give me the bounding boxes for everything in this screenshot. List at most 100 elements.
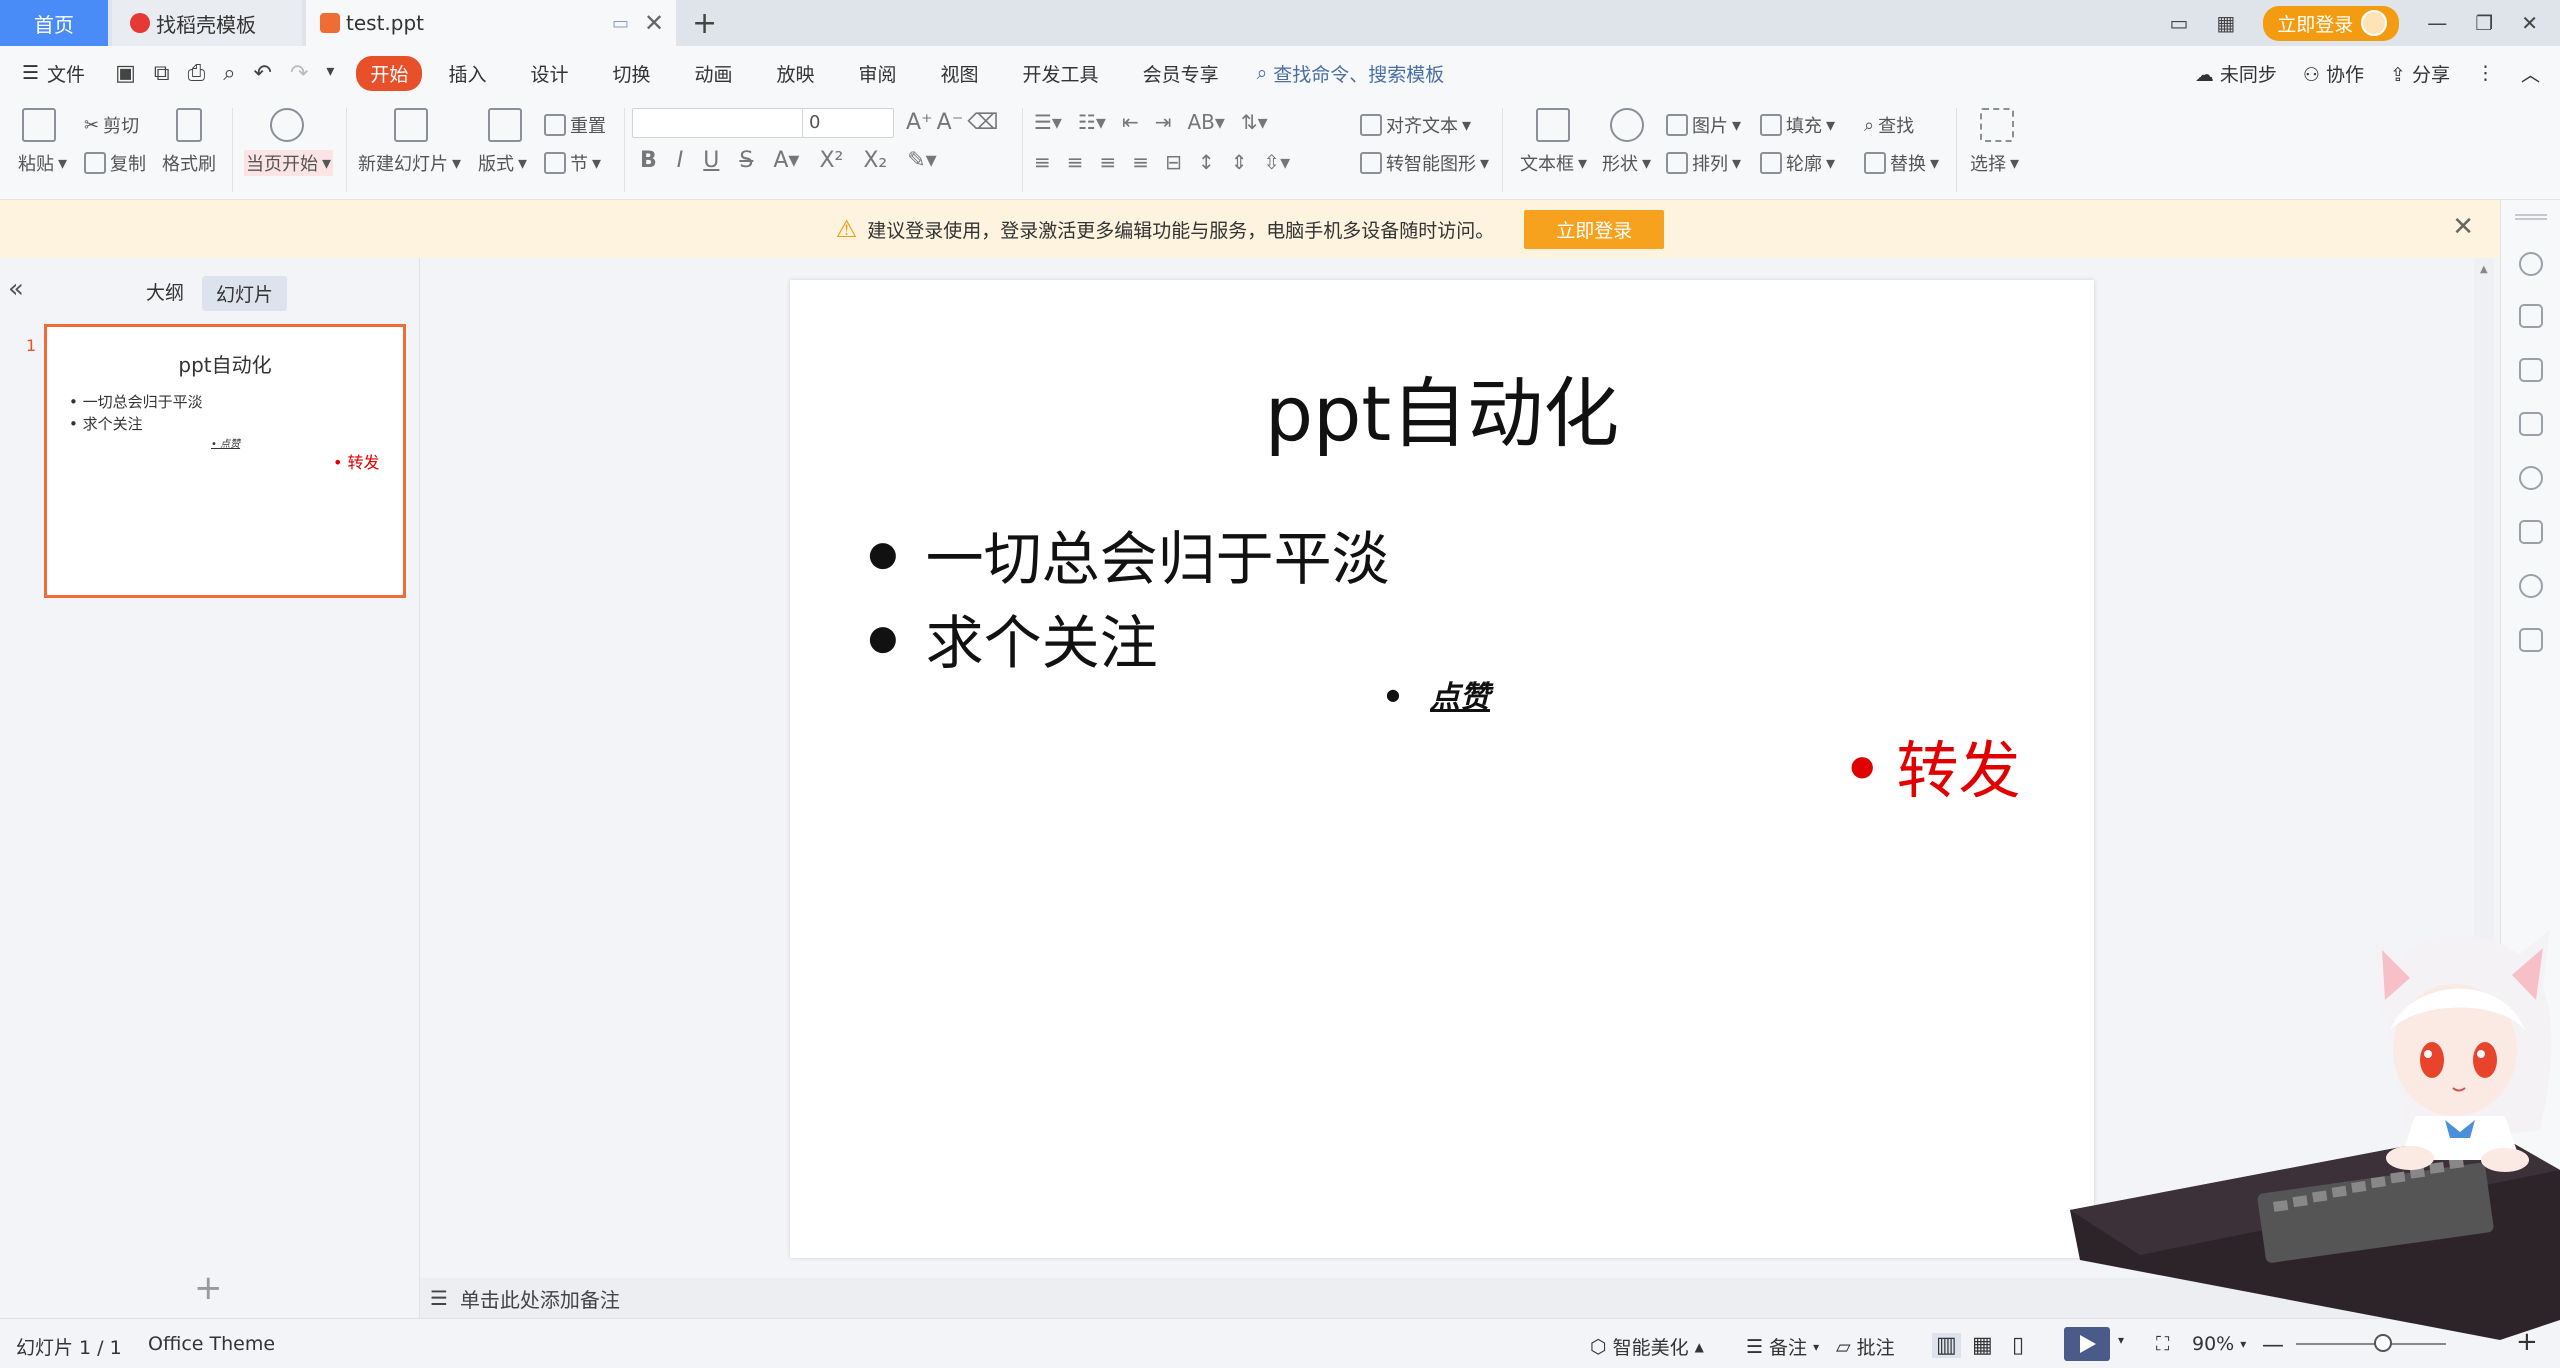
paste-button[interactable]: 粘贴 ▾ xyxy=(18,150,67,176)
apps-grid-icon[interactable]: ▦ xyxy=(2216,11,2235,35)
print-icon[interactable]: ⎙ xyxy=(188,61,206,86)
help-icon[interactable] xyxy=(2519,466,2543,490)
new-slide-button[interactable]: 新建幻灯片 ▾ xyxy=(358,150,461,176)
tab-outline[interactable]: 大纲 xyxy=(146,278,184,305)
paste-icon[interactable] xyxy=(22,108,56,142)
para-spacing-icon[interactable]: ⇕ xyxy=(1231,150,1248,174)
notice-close-icon[interactable]: ✕ xyxy=(2452,212,2474,242)
copy-button[interactable]: 复制 xyxy=(84,150,146,176)
distribute-icon[interactable]: ⊟ xyxy=(1165,150,1182,174)
fill-button[interactable]: 填充 ▾ xyxy=(1760,112,1835,138)
close-window-icon[interactable]: ✕ xyxy=(2521,11,2538,35)
menu-review[interactable]: 审阅 xyxy=(859,60,897,87)
star-icon[interactable] xyxy=(2519,358,2543,382)
tab-slides[interactable]: 幻灯片 xyxy=(202,276,288,311)
collapse-ribbon-icon[interactable]: ︿ xyxy=(2521,60,2540,87)
cut-button[interactable]: ✂ 剪切 xyxy=(84,112,139,138)
shrink-font-icon[interactable]: A⁻ xyxy=(937,110,964,135)
arrange-button[interactable]: 排列 ▾ xyxy=(1666,150,1741,176)
textbox-button[interactable]: 文本框 ▾ xyxy=(1520,150,1587,176)
smart-shape-button[interactable]: 转智能图形 ▾ xyxy=(1360,150,1489,176)
strikethrough-icon[interactable]: S xyxy=(739,148,753,173)
replace-button[interactable]: 替换 ▾ xyxy=(1864,150,1939,176)
picture-button[interactable]: 图片 ▾ xyxy=(1666,112,1741,138)
login-button[interactable]: 立即登录 xyxy=(2263,5,2400,41)
rocket-icon[interactable] xyxy=(2519,252,2543,276)
zoom-slider[interactable] xyxy=(2296,1343,2446,1345)
menu-insert[interactable]: 插入 xyxy=(448,60,486,87)
underline-icon[interactable]: U xyxy=(703,148,719,173)
collab-button[interactable]: ⚇ 协作 xyxy=(2303,60,2364,87)
menu-file[interactable]: ☰ 文件 xyxy=(22,60,85,87)
slide-sub-bullet[interactable]: ● 点赞 xyxy=(1386,672,1490,716)
notes-toggle[interactable]: ☰ 备注 ▾ xyxy=(1746,1333,1819,1360)
undo-icon[interactable]: ↶ xyxy=(254,61,272,86)
layout-button[interactable]: 版式 ▾ xyxy=(478,150,527,176)
sync-button[interactable]: ☁ 未同步 xyxy=(2195,60,2277,87)
shape-icon[interactable] xyxy=(1610,108,1644,142)
sorter-view-icon[interactable]: ▦ xyxy=(1972,1333,1993,1358)
find-button[interactable]: ⌕ 查找 xyxy=(1864,112,1914,138)
menu-start[interactable]: 开始 xyxy=(356,55,423,91)
play-from-current-button[interactable]: 当页开始 ▾ xyxy=(244,150,334,176)
tab-template[interactable]: 找稻壳模板 xyxy=(112,0,302,46)
decrease-indent-icon[interactable]: ⇤ xyxy=(1122,110,1139,134)
shape-button[interactable]: 形状 ▾ xyxy=(1602,150,1651,176)
adjust-icon[interactable] xyxy=(2519,304,2543,328)
highlight-icon[interactable]: ✎▾ xyxy=(907,148,936,173)
beautify-button[interactable]: ⬡ 智能美化 ▲ xyxy=(1590,1333,1704,1360)
more-icon[interactable]: ⋮ xyxy=(2476,62,2495,84)
layout-icon-btn[interactable] xyxy=(488,108,522,142)
menu-member[interactable]: 会员专享 xyxy=(1143,60,1219,87)
slide-canvas[interactable]: ppt自动化 ● 一切总会归于平淡 ● 求个关注 ● 点赞 ● 转发 xyxy=(790,280,2094,1258)
font-color-icon[interactable]: A▾ xyxy=(773,148,799,173)
tab-home[interactable]: 首页 xyxy=(0,0,108,46)
restore-icon[interactable]: ❐ xyxy=(2475,11,2493,35)
menu-slideshow[interactable]: 放映 xyxy=(777,60,815,87)
align-right-icon[interactable]: ≡ xyxy=(1100,150,1117,174)
bold-icon[interactable]: B xyxy=(640,148,657,173)
customize-icon[interactable]: ▾ xyxy=(326,61,334,86)
slide-bullet-1[interactable]: ● 一切总会归于平淡 xyxy=(868,512,1390,596)
minimize-icon[interactable]: — xyxy=(2427,11,2447,35)
reset-button[interactable]: 重置 xyxy=(544,112,606,138)
menu-animation[interactable]: 动画 xyxy=(694,60,732,87)
sort-icon[interactable]: ⇅▾ xyxy=(1241,110,1268,134)
theme-icon[interactable] xyxy=(2519,574,2543,598)
tab-document[interactable]: test.ppt ▭ ✕ xyxy=(306,0,676,46)
section-button[interactable]: 节 ▾ xyxy=(544,150,601,176)
align-text-button[interactable]: 对齐文本 ▾ xyxy=(1360,112,1471,138)
italic-icon[interactable]: I xyxy=(677,148,684,173)
export-icon[interactable]: ⧉ xyxy=(154,61,170,86)
numbering-icon[interactable]: ☷▾ xyxy=(1078,110,1106,134)
clear-format-icon[interactable]: ⌫ xyxy=(967,110,998,135)
collapse-panel-icon[interactable]: « xyxy=(8,274,24,304)
format-painter-button[interactable]: 格式刷 xyxy=(162,150,216,176)
layout-icon[interactable]: ▭ xyxy=(2169,11,2188,35)
comments-toggle[interactable]: ▱ 批注 xyxy=(1836,1333,1895,1360)
add-slide-icon[interactable]: + xyxy=(194,1268,223,1308)
play-from-current-icon[interactable] xyxy=(270,108,304,142)
save-icon[interactable]: ▣ xyxy=(115,61,136,86)
slide-title[interactable]: ppt自动化 xyxy=(790,352,2094,462)
outline-button[interactable]: 轮廓 ▾ xyxy=(1760,150,1835,176)
normal-view-icon[interactable]: ▥ xyxy=(1932,1333,1961,1358)
add-tab-icon[interactable]: + xyxy=(692,6,717,41)
share-button[interactable]: ⇪ 分享 xyxy=(2390,60,2450,87)
screen-icon[interactable]: ▭ xyxy=(612,13,629,34)
menu-view[interactable]: 视图 xyxy=(941,60,979,87)
search-command[interactable]: ⌕ 查找命令、搜索模板 xyxy=(1257,60,1445,87)
columns-icon[interactable]: ⇳▾ xyxy=(1263,150,1290,174)
slide-red-bullet[interactable]: ● 转发 xyxy=(1850,720,2020,810)
format-painter-icon[interactable] xyxy=(176,108,202,142)
notice-login-button[interactable]: 立即登录 xyxy=(1524,209,1665,249)
transition-icon[interactable] xyxy=(2519,412,2543,436)
bullets-icon[interactable]: ☰▾ xyxy=(1034,110,1062,134)
justify-icon[interactable]: ≡ xyxy=(1132,150,1149,174)
slide-bullet-2[interactable]: ● 求个关注 xyxy=(868,596,1158,680)
preview-icon[interactable]: ⌕ xyxy=(223,61,235,86)
image-tool-icon[interactable] xyxy=(2519,520,2543,544)
subscript-icon[interactable]: X₂ xyxy=(863,148,887,173)
redo-icon[interactable]: ↷ xyxy=(290,61,308,86)
text-direction-icon[interactable]: AB▾ xyxy=(1187,110,1224,134)
